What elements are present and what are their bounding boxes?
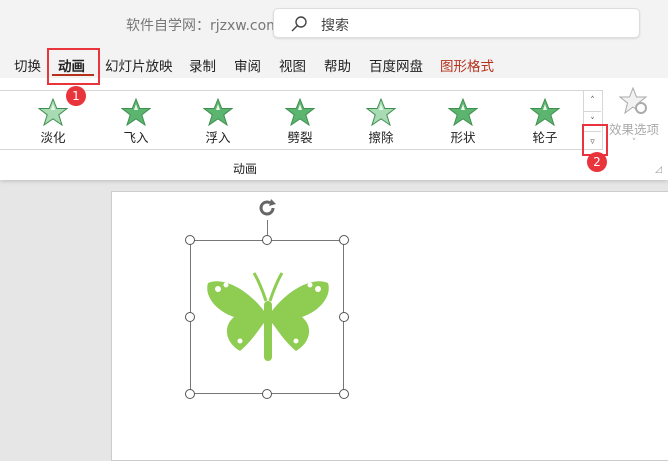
step-badge-1: 1: [66, 86, 86, 106]
animation-item-split[interactable]: 劈裂: [265, 98, 335, 146]
rotate-handle-icon[interactable]: [255, 196, 281, 220]
tab-view[interactable]: 视图: [279, 55, 306, 75]
animation-item-label: 形状: [450, 130, 476, 145]
animation-gallery: 淡化 飞入 浮入 劈裂 擦除 形状 轮子 ˄ ˅ ▿: [0, 90, 603, 151]
resize-handle[interactable]: [339, 312, 349, 322]
resize-handle[interactable]: [339, 389, 349, 399]
animation-item-label: 淡化: [40, 130, 66, 145]
resize-handle[interactable]: [262, 389, 272, 399]
tab-transitions[interactable]: 切换: [14, 55, 41, 75]
star-icon: [366, 98, 396, 126]
star-icon: [530, 98, 560, 126]
resize-handle[interactable]: [262, 235, 272, 245]
animation-item-label: 浮入: [205, 130, 231, 145]
tab-review[interactable]: 审阅: [234, 55, 261, 75]
resize-handle[interactable]: [339, 235, 349, 245]
tab-slideshow[interactable]: 幻灯片放映: [105, 55, 173, 75]
tab-help[interactable]: 帮助: [324, 55, 351, 75]
animation-item-float-in[interactable]: 浮入: [183, 98, 253, 146]
ribbon: 淡化 飞入 浮入 劈裂 擦除 形状 轮子 ˄ ˅ ▿ 效果选项 ˅ 动画 ◿: [0, 78, 668, 180]
highlight-box-animations-tab: [47, 48, 100, 85]
gallery-scroll-up[interactable]: ˄: [583, 91, 601, 111]
title-bar: 软件自学网：rjzxw.com 搜索 切换 动画 幻灯片放映 录制 审阅 视图 …: [0, 0, 668, 78]
star-icon: [285, 98, 315, 126]
resize-handle[interactable]: [185, 312, 195, 322]
dialog-launcher-icon[interactable]: ◿: [655, 165, 662, 175]
star-icon: [448, 98, 478, 126]
animation-item-label: 飞入: [123, 130, 149, 145]
resize-handle[interactable]: [185, 235, 195, 245]
search-box[interactable]: 搜索: [273, 8, 640, 38]
site-label: 软件自学网：rjzxw.com: [126, 18, 280, 34]
resize-handle[interactable]: [185, 389, 195, 399]
animation-item-wipe[interactable]: 擦除: [346, 98, 416, 146]
animation-item-shape[interactable]: 形状: [428, 98, 498, 146]
star-icon: [121, 98, 151, 126]
search-icon: [291, 16, 307, 32]
chevron-down-icon: ˅: [631, 138, 637, 148]
tab-record[interactable]: 录制: [189, 55, 216, 75]
butterfly-icon: [207, 272, 329, 361]
search-placeholder: 搜索: [321, 18, 349, 34]
animation-item-label: 擦除: [368, 130, 394, 145]
group-label: 动画: [233, 162, 258, 176]
effect-options-button[interactable]: 效果选项 ˅: [608, 86, 660, 148]
star-icon: [38, 98, 68, 126]
animation-item-label: 劈裂: [287, 130, 313, 145]
animation-item-wheel[interactable]: 轮子: [510, 98, 580, 146]
effect-options-label: 效果选项: [608, 122, 659, 137]
tab-baidu-netdisk[interactable]: 百度网盘: [369, 55, 423, 75]
animation-item-fly-in[interactable]: 飞入: [101, 98, 171, 146]
animation-item-label: 轮子: [532, 130, 558, 145]
star-icon: [203, 98, 233, 126]
selected-butterfly-shape[interactable]: [190, 240, 344, 394]
step-badge-2: 2: [587, 152, 607, 172]
tab-shape-format[interactable]: 图形格式: [440, 55, 494, 75]
star-gear-icon: [618, 86, 648, 115]
